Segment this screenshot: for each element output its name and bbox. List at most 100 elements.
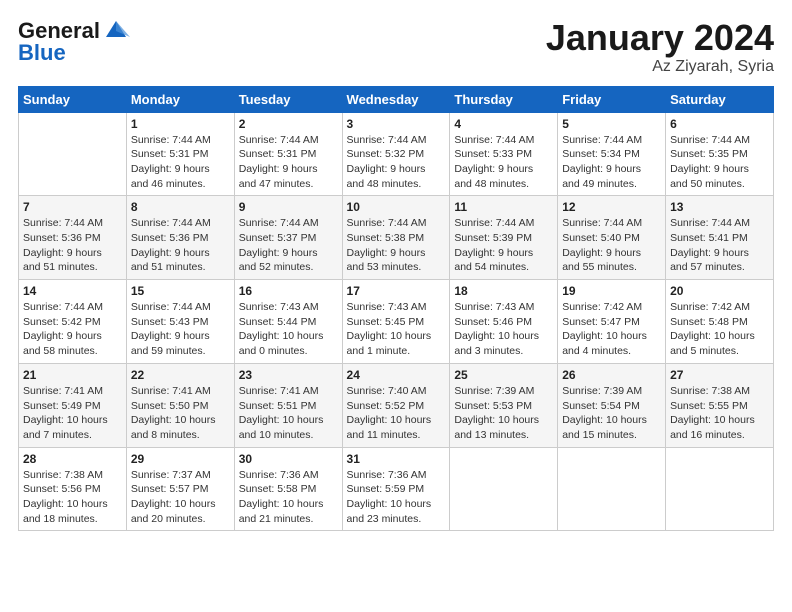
day-info: Sunrise: 7:44 AMSunset: 5:42 PMDaylight:… xyxy=(23,301,103,357)
day-number: 15 xyxy=(131,284,230,298)
day-info: Sunrise: 7:44 AMSunset: 5:39 PMDaylight:… xyxy=(454,217,534,273)
calendar-cell: 5 Sunrise: 7:44 AMSunset: 5:34 PMDaylight… xyxy=(558,112,666,196)
calendar-cell: 3 Sunrise: 7:44 AMSunset: 5:32 PMDaylight… xyxy=(342,112,450,196)
calendar-cell: 10Sunrise: 7:44 AMSunset: 5:38 PMDayligh… xyxy=(342,196,450,280)
title-area: January 2024 Az Ziyarah, Syria xyxy=(546,18,774,76)
day-number: 7 xyxy=(23,200,122,214)
day-info: Sunrise: 7:41 AMSunset: 5:51 PMDaylight:… xyxy=(239,385,324,441)
day-info: Sunrise: 7:42 AMSunset: 5:48 PMDaylight:… xyxy=(670,301,755,357)
calendar-cell: 7 Sunrise: 7:44 AMSunset: 5:36 PMDaylight… xyxy=(19,196,127,280)
calendar-cell: 16 Sunrise: 7:43 AMSunset: 5:44 PMDayligh… xyxy=(234,280,342,364)
month-title: January 2024 xyxy=(546,18,774,58)
day-info: Sunrise: 7:41 AMSunset: 5:49 PMDaylight:… xyxy=(23,385,108,441)
col-header-tuesday: Tuesday xyxy=(234,86,342,112)
day-number: 17 xyxy=(347,284,446,298)
day-info: Sunrise: 7:44 AMSunset: 5:37 PMDaylight:… xyxy=(239,217,319,273)
calendar-cell: 14 Sunrise: 7:44 AMSunset: 5:42 PMDayligh… xyxy=(19,280,127,364)
day-number: 24 xyxy=(347,368,446,382)
calendar-cell: 30 Sunrise: 7:36 AMSunset: 5:58 PMDayligh… xyxy=(234,447,342,531)
location-subtitle: Az Ziyarah, Syria xyxy=(546,58,774,76)
page-container: General Blue January 2024 Az Ziyarah, Sy… xyxy=(0,0,792,541)
calendar-cell: 15 Sunrise: 7:44 AMSunset: 5:43 PMDayligh… xyxy=(126,280,234,364)
day-info: Sunrise: 7:44 AMSunset: 5:41 PMDaylight:… xyxy=(670,217,750,273)
day-info: Sunrise: 7:44 AMSunset: 5:43 PMDaylight:… xyxy=(131,301,211,357)
calendar-cell: 19 Sunrise: 7:42 AMSunset: 5:47 PMDayligh… xyxy=(558,280,666,364)
col-header-wednesday: Wednesday xyxy=(342,86,450,112)
day-info: Sunrise: 7:36 AMSunset: 5:58 PMDaylight:… xyxy=(239,469,324,525)
day-info: Sunrise: 7:44 AMSunset: 5:36 PMDaylight:… xyxy=(23,217,103,273)
calendar-cell: 6Sunrise: 7:44 AMSunset: 5:35 PMDaylight… xyxy=(666,112,774,196)
calendar-cell: 21 Sunrise: 7:41 AMSunset: 5:49 PMDayligh… xyxy=(19,363,127,447)
day-info: Sunrise: 7:44 AMSunset: 5:36 PMDaylight:… xyxy=(131,217,211,273)
day-number: 16 xyxy=(239,284,338,298)
day-number: 11 xyxy=(454,200,553,214)
col-header-sunday: Sunday xyxy=(19,86,127,112)
calendar-cell: 27Sunrise: 7:38 AMSunset: 5:55 PMDayligh… xyxy=(666,363,774,447)
logo: General Blue xyxy=(18,18,130,66)
calendar-cell xyxy=(558,447,666,531)
day-number: 21 xyxy=(23,368,122,382)
logo-icon xyxy=(102,19,130,41)
day-number: 30 xyxy=(239,452,338,466)
day-number: 31 xyxy=(347,452,446,466)
day-number: 9 xyxy=(239,200,338,214)
calendar-cell xyxy=(666,447,774,531)
calendar-cell: 13 Sunrise: 7:44 AMSunset: 5:41 PMDayligh… xyxy=(666,196,774,280)
col-header-monday: Monday xyxy=(126,86,234,112)
calendar-cell xyxy=(19,112,127,196)
calendar-cell: 17Sunrise: 7:43 AMSunset: 5:45 PMDayligh… xyxy=(342,280,450,364)
calendar-cell: 31Sunrise: 7:36 AMSunset: 5:59 PMDayligh… xyxy=(342,447,450,531)
calendar-cell: 8 Sunrise: 7:44 AMSunset: 5:36 PMDaylight… xyxy=(126,196,234,280)
day-info: Sunrise: 7:44 AMSunset: 5:35 PMDaylight:… xyxy=(670,134,750,190)
logo-blue: Blue xyxy=(18,40,66,66)
calendar-cell: 24 Sunrise: 7:40 AMSunset: 5:52 PMDayligh… xyxy=(342,363,450,447)
day-info: Sunrise: 7:39 AMSunset: 5:53 PMDaylight:… xyxy=(454,385,539,441)
calendar-cell: 23 Sunrise: 7:41 AMSunset: 5:51 PMDayligh… xyxy=(234,363,342,447)
col-header-friday: Friday xyxy=(558,86,666,112)
day-info: Sunrise: 7:39 AMSunset: 5:54 PMDaylight:… xyxy=(562,385,647,441)
day-number: 3 xyxy=(347,117,446,131)
calendar-cell: 18Sunrise: 7:43 AMSunset: 5:46 PMDayligh… xyxy=(450,280,558,364)
day-info: Sunrise: 7:43 AMSunset: 5:44 PMDaylight:… xyxy=(239,301,324,357)
day-number: 29 xyxy=(131,452,230,466)
calendar-cell: 26 Sunrise: 7:39 AMSunset: 5:54 PMDayligh… xyxy=(558,363,666,447)
day-number: 20 xyxy=(670,284,769,298)
calendar-cell: 29 Sunrise: 7:37 AMSunset: 5:57 PMDayligh… xyxy=(126,447,234,531)
day-number: 19 xyxy=(562,284,661,298)
day-info: Sunrise: 7:38 AMSunset: 5:55 PMDaylight:… xyxy=(670,385,755,441)
col-header-saturday: Saturday xyxy=(666,86,774,112)
calendar-cell: 2Sunrise: 7:44 AMSunset: 5:31 PMDaylight… xyxy=(234,112,342,196)
day-info: Sunrise: 7:41 AMSunset: 5:50 PMDaylight:… xyxy=(131,385,216,441)
day-info: Sunrise: 7:44 AMSunset: 5:38 PMDaylight:… xyxy=(347,217,427,273)
day-number: 13 xyxy=(670,200,769,214)
calendar-cell: 1 Sunrise: 7:44 AMSunset: 5:31 PMDaylight… xyxy=(126,112,234,196)
calendar-table: SundayMondayTuesdayWednesdayThursdayFrid… xyxy=(18,86,774,532)
col-header-thursday: Thursday xyxy=(450,86,558,112)
calendar-cell: 22Sunrise: 7:41 AMSunset: 5:50 PMDayligh… xyxy=(126,363,234,447)
calendar-cell: 11 Sunrise: 7:44 AMSunset: 5:39 PMDayligh… xyxy=(450,196,558,280)
calendar-cell: 25 Sunrise: 7:39 AMSunset: 5:53 PMDayligh… xyxy=(450,363,558,447)
calendar-cell: 28 Sunrise: 7:38 AMSunset: 5:56 PMDayligh… xyxy=(19,447,127,531)
day-number: 2 xyxy=(239,117,338,131)
day-number: 14 xyxy=(23,284,122,298)
day-number: 1 xyxy=(131,117,230,131)
day-info: Sunrise: 7:37 AMSunset: 5:57 PMDaylight:… xyxy=(131,469,216,525)
day-number: 8 xyxy=(131,200,230,214)
day-info: Sunrise: 7:44 AMSunset: 5:32 PMDaylight:… xyxy=(347,134,427,190)
day-number: 28 xyxy=(23,452,122,466)
day-info: Sunrise: 7:44 AMSunset: 5:34 PMDaylight:… xyxy=(562,134,642,190)
calendar-cell: 20 Sunrise: 7:42 AMSunset: 5:48 PMDayligh… xyxy=(666,280,774,364)
day-info: Sunrise: 7:38 AMSunset: 5:56 PMDaylight:… xyxy=(23,469,108,525)
day-info: Sunrise: 7:44 AMSunset: 5:31 PMDaylight:… xyxy=(131,134,211,190)
day-info: Sunrise: 7:43 AMSunset: 5:46 PMDaylight:… xyxy=(454,301,539,357)
calendar-cell: 9 Sunrise: 7:44 AMSunset: 5:37 PMDaylight… xyxy=(234,196,342,280)
day-number: 23 xyxy=(239,368,338,382)
calendar-cell xyxy=(450,447,558,531)
day-info: Sunrise: 7:42 AMSunset: 5:47 PMDaylight:… xyxy=(562,301,647,357)
calendar-cell: 12Sunrise: 7:44 AMSunset: 5:40 PMDayligh… xyxy=(558,196,666,280)
day-number: 5 xyxy=(562,117,661,131)
day-number: 26 xyxy=(562,368,661,382)
day-info: Sunrise: 7:44 AMSunset: 5:40 PMDaylight:… xyxy=(562,217,642,273)
day-number: 25 xyxy=(454,368,553,382)
day-info: Sunrise: 7:40 AMSunset: 5:52 PMDaylight:… xyxy=(347,385,432,441)
